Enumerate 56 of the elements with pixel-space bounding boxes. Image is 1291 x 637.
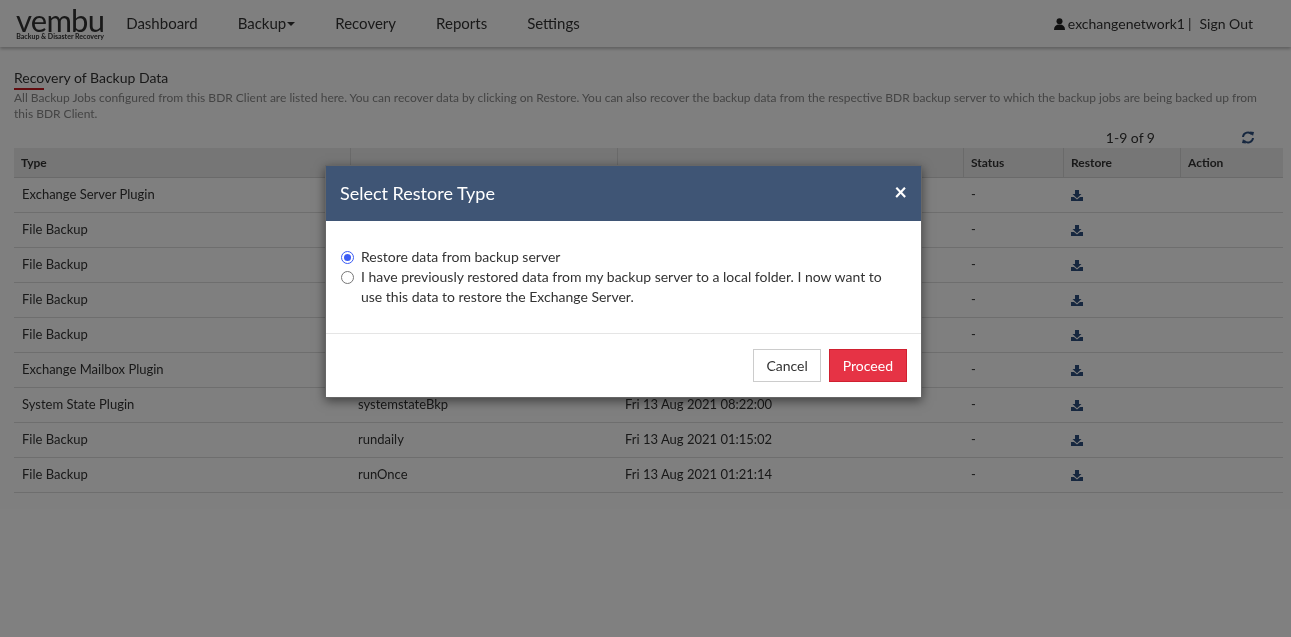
table-cell: - — [971, 466, 976, 483]
download-icon[interactable] — [1071, 259, 1083, 271]
table-cell: - — [971, 431, 976, 448]
download-icon[interactable] — [1071, 434, 1083, 446]
nav-link[interactable]: Settings — [527, 12, 580, 35]
table-cell: Fri 13 Aug 2021 01:15:02 — [625, 431, 773, 448]
refresh-icon[interactable] — [1241, 130, 1255, 144]
table-cell: - — [971, 361, 976, 378]
nav-link[interactable]: Recovery — [335, 12, 397, 35]
download-icon[interactable] — [1071, 399, 1083, 411]
column-header: Status — [963, 148, 1063, 177]
radio-label: I have previously restored data from my backup server to a local folder. I now want to use this data to restore the Exchange Server. — [361, 267, 883, 307]
user-icon — [1053, 17, 1065, 30]
radio-button[interactable] — [341, 271, 354, 284]
download-icon[interactable] — [1071, 224, 1083, 236]
nav-link[interactable]: Dashboard — [126, 12, 198, 35]
cancel-button[interactable]: Cancel — [753, 349, 821, 382]
download-icon[interactable] — [1071, 329, 1083, 341]
column-header: Restore — [1063, 148, 1180, 177]
table-cell: - — [971, 186, 976, 203]
table-cell: Fri 13 Aug 2021 08:22:00 — [625, 396, 773, 413]
table-cell-text: System State Plugin — [21, 395, 136, 415]
radio-label: Restore data from backup server — [361, 247, 561, 267]
download-icon[interactable] — [1071, 469, 1083, 481]
table-cell: - — [971, 396, 976, 413]
page-title: Recovery of Backup Data — [14, 69, 169, 89]
table-cell: - — [971, 221, 976, 238]
table-cell-text: File Backup — [21, 290, 89, 310]
table-cell: rundaily — [358, 431, 404, 448]
table-cell: - — [971, 256, 976, 273]
table-cell: - — [971, 291, 976, 308]
sign-out-link[interactable]: Sign Out — [1199, 13, 1253, 34]
proceed-button[interactable]: Proceed — [828, 349, 907, 382]
column-header: Action — [1180, 148, 1283, 177]
nav-link[interactable]: Reports — [436, 12, 488, 35]
table-cell-text: File Backup — [21, 255, 89, 275]
table-cell-text: Exchange Mailbox Plugin — [21, 360, 165, 380]
close-button[interactable]: × — [894, 180, 907, 203]
username: exchangenetwork1 — [1067, 14, 1185, 34]
column-header: Type — [20, 153, 48, 172]
download-icon[interactable] — [1071, 294, 1083, 306]
pagination-info: 1-9 of 9 — [1105, 127, 1155, 148]
table-cell: Fri 13 Aug 2021 01:21:14 — [625, 466, 773, 483]
table-cell-text: File Backup — [21, 465, 89, 485]
table-cell: - — [971, 326, 976, 343]
table-cell-text: File Backup — [21, 220, 89, 240]
download-icon[interactable] — [1071, 364, 1083, 376]
table-cell: systemstateBkp — [358, 396, 449, 413]
download-icon[interactable] — [1071, 189, 1083, 201]
dialog-title: Select Restore Type — [340, 181, 495, 206]
table-cell-text: File Backup — [21, 325, 89, 345]
radio-button[interactable] — [341, 251, 354, 264]
table-cell: runOnce — [358, 466, 408, 483]
separator: | — [1188, 14, 1192, 34]
table-cell-text: File Backup — [21, 430, 89, 450]
nav-link[interactable]: Backup — [237, 12, 296, 35]
